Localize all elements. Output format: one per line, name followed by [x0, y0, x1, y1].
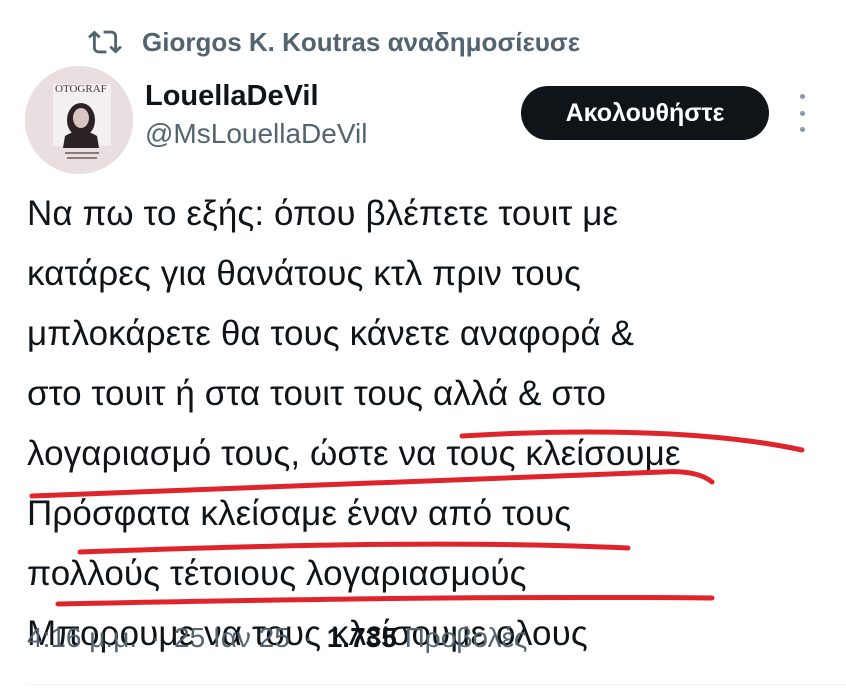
- divider: [27, 684, 846, 685]
- tweet-date[interactable]: 25 Ιαν 25: [174, 622, 290, 653]
- repost-text: Giorgos K. Koutras αναδημοσίευσε: [142, 26, 581, 57]
- meta-separator: ·: [150, 622, 161, 653]
- tweet-line: μπλοκάρετε θα τους κάνετε αναφορά &: [27, 314, 635, 353]
- more-dot: [799, 110, 805, 116]
- views-count: 1.735: [326, 622, 397, 653]
- tweet-line: στο τουιτ ή στα τουιτ τους αλλά & στο: [27, 374, 607, 413]
- repost-icon: [88, 25, 122, 59]
- tweet-line: Πρόσφατα κλείσαμε έναν από τους: [27, 494, 572, 533]
- tweet-line: λογαριασμό τους, ώστε να τους κλείσουμε: [27, 434, 681, 473]
- more-dot: [799, 94, 805, 99]
- follow-button[interactable]: Ακολουθήστε: [521, 86, 769, 140]
- avatar-photo-text: OTOGRAF: [55, 83, 107, 95]
- more-vertical-icon[interactable]: [790, 94, 814, 132]
- author-handle[interactable]: @MsLouellaDeVil: [145, 116, 367, 152]
- author-display-name[interactable]: LouellaDeVil: [145, 78, 367, 114]
- tweet-time[interactable]: 4:16 μ.μ.: [27, 622, 137, 653]
- tweet-meta: 4:16 μ.μ. · 25 Ιαν 25 · 1.735 Προβολές: [27, 618, 527, 658]
- views-label: Προβολές: [404, 622, 528, 653]
- meta-separator: ·: [303, 622, 313, 653]
- repost-indicator[interactable]: Giorgos K. Koutras αναδημοσίευσε: [88, 22, 580, 62]
- author-names[interactable]: LouellaDeVil @MsLouellaDeVil: [145, 78, 367, 152]
- avatar[interactable]: OTOGRAF: [25, 66, 133, 174]
- tweet-line: κατάρες για θανάτους κτλ πριν τους: [27, 254, 581, 293]
- more-dot: [799, 127, 805, 132]
- tweet-text: Να πω το εξής: όπου βλέπετε τουιτ με κατ…: [27, 184, 827, 664]
- tweet-line: Να πω το εξής: όπου βλέπετε τουιτ με: [27, 194, 619, 233]
- tweet-line: πολλούς τέτοιους λογαριασμούς: [27, 554, 527, 593]
